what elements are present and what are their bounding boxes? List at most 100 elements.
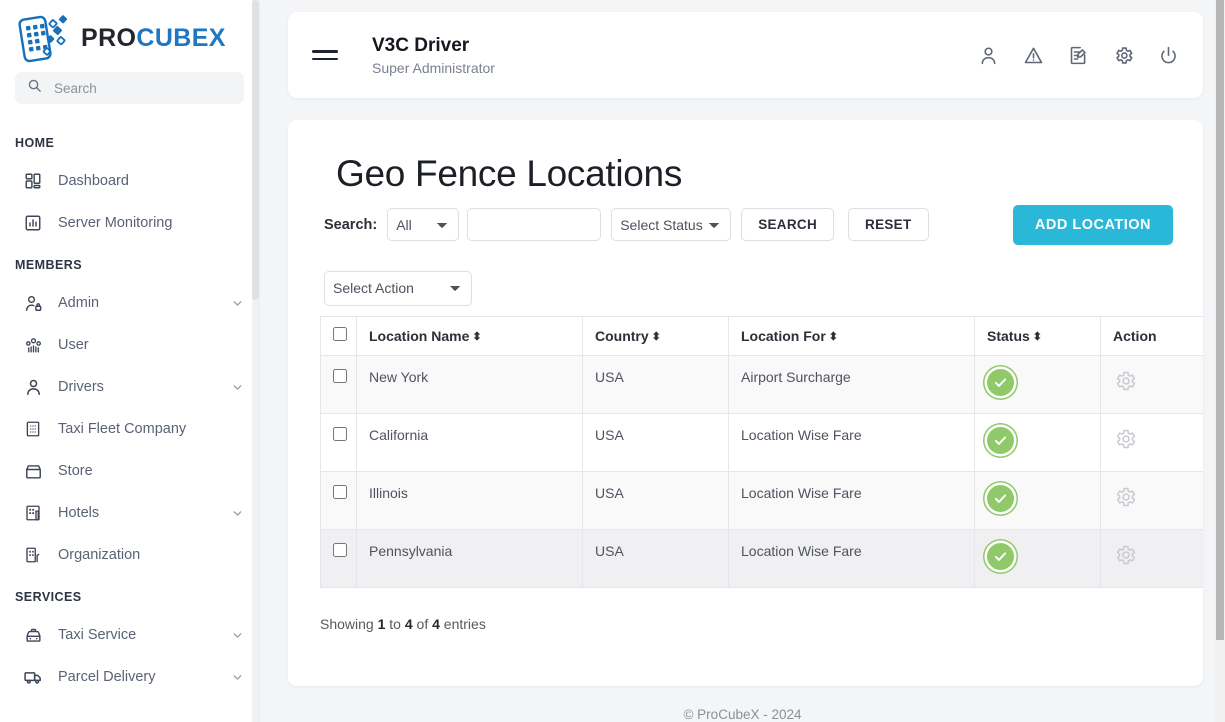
store-icon bbox=[22, 460, 44, 482]
gear-icon[interactable] bbox=[1113, 369, 1137, 393]
table-row[interactable]: California USA Location Wise Fare bbox=[320, 412, 1203, 472]
cell-country: USA bbox=[582, 528, 729, 588]
gear-icon[interactable] bbox=[1113, 543, 1137, 567]
add-location-button[interactable]: ADD LOCATION bbox=[1012, 204, 1173, 245]
brand[interactable]: PROCUBEX bbox=[0, 0, 259, 72]
chevron-down-icon[interactable] bbox=[231, 671, 244, 684]
search-keyword-input[interactable] bbox=[467, 208, 602, 242]
building-grid-icon bbox=[22, 418, 44, 440]
footer: © ProCubeX - 2024 bbox=[683, 707, 802, 722]
sidebar-scrollbar-thumb[interactable] bbox=[252, 0, 259, 300]
status-active-icon[interactable] bbox=[987, 368, 1014, 396]
header-country[interactable]: Country ⬍ bbox=[582, 315, 729, 356]
header-location-name[interactable]: Location Name ⬍ bbox=[356, 315, 583, 356]
sidebar-item-label: Store bbox=[58, 463, 93, 479]
status-active-icon[interactable] bbox=[987, 426, 1014, 454]
topbar-actions bbox=[978, 45, 1179, 66]
sort-icon[interactable]: ⬍ bbox=[829, 331, 838, 343]
header-location-for[interactable]: Location For ⬍ bbox=[728, 315, 975, 356]
sidebar-item-user[interactable]: User bbox=[0, 324, 259, 366]
search-input[interactable] bbox=[52, 79, 232, 97]
header-label: Location For bbox=[741, 327, 826, 344]
select-all-checkbox[interactable] bbox=[333, 327, 347, 342]
gear-icon[interactable] bbox=[1113, 427, 1137, 451]
cell-location-name: Illinois bbox=[356, 470, 583, 530]
sidebar-item-label: Taxi Service bbox=[58, 627, 137, 643]
topbar: V3C Driver Super Administrator bbox=[288, 12, 1203, 98]
row-checkbox[interactable] bbox=[333, 484, 347, 499]
header-status[interactable]: Status ⬍ bbox=[974, 315, 1101, 356]
edit-document-icon[interactable] bbox=[1068, 45, 1089, 66]
sidebar-item-label: Dashboard bbox=[58, 173, 129, 189]
sort-icon[interactable]: ⬍ bbox=[1033, 331, 1042, 343]
showing-suffix: entries bbox=[439, 615, 486, 632]
cell-status bbox=[974, 412, 1101, 472]
table-header-row: Location Name ⬍ Country ⬍ Location For ⬍ St… bbox=[320, 315, 1203, 356]
users-group-icon bbox=[22, 334, 44, 356]
chevron-down-icon[interactable] bbox=[231, 629, 244, 642]
cell-location-for: Location Wise Fare bbox=[728, 470, 975, 530]
sidebar-item-dashboard[interactable]: Dashboard bbox=[0, 160, 259, 202]
status-active-icon[interactable] bbox=[987, 542, 1014, 570]
table-row[interactable]: Pennsylvania USA Location Wise Fare bbox=[320, 528, 1203, 588]
chevron-down-icon[interactable] bbox=[231, 381, 244, 394]
sidebar-section-home: HOME bbox=[15, 136, 55, 150]
app-root: PROCUBEX HOME bbox=[0, 0, 1225, 722]
sidebar-item-parcel-delivery[interactable]: Parcel Delivery bbox=[0, 656, 259, 698]
sort-icon[interactable]: ⬍ bbox=[652, 331, 661, 343]
page-scrollbar[interactable] bbox=[1215, 0, 1225, 722]
sidebar-item-label: Parcel Delivery bbox=[58, 669, 156, 685]
cell-action bbox=[1100, 412, 1203, 472]
sidebar-search bbox=[0, 72, 259, 104]
cell-status bbox=[974, 528, 1101, 588]
sidebar-item-hotels[interactable]: Hotels bbox=[0, 492, 259, 534]
table-row[interactable]: New York USA Airport Surcharge bbox=[320, 354, 1203, 414]
search-scope-select[interactable]: All bbox=[387, 208, 460, 242]
gear-icon[interactable] bbox=[1113, 45, 1134, 66]
sidebar-item-drivers[interactable]: Drivers bbox=[0, 366, 259, 408]
reset-button[interactable]: RESET bbox=[848, 208, 929, 242]
brand-name: PROCUBEX bbox=[81, 25, 226, 51]
chevron-down-icon[interactable] bbox=[231, 507, 244, 520]
sort-icon[interactable]: ⬍ bbox=[472, 331, 481, 343]
header-action: Action bbox=[1100, 315, 1203, 356]
sidebar-item-admin[interactable]: Admin bbox=[0, 282, 259, 324]
sidebar-section-members: MEMBERS bbox=[15, 258, 83, 272]
sidebar-item-organization[interactable]: Organization bbox=[0, 534, 259, 576]
profile-icon[interactable] bbox=[978, 45, 999, 66]
showing-prefix: Showing bbox=[320, 615, 378, 632]
search-button[interactable]: SEARCH bbox=[741, 208, 835, 242]
sidebar-item-label: Drivers bbox=[58, 379, 104, 395]
table-row[interactable]: Illinois USA Location Wise Fare bbox=[320, 470, 1203, 530]
topbar-title: V3C Driver bbox=[372, 34, 470, 56]
sidebar: PROCUBEX HOME bbox=[0, 0, 260, 722]
status-filter-select[interactable]: Select Status bbox=[611, 208, 732, 242]
hamburger-menu-icon[interactable] bbox=[312, 44, 338, 66]
cell-country: USA bbox=[582, 354, 729, 414]
search-box[interactable] bbox=[15, 72, 244, 104]
cell-location-for: Location Wise Fare bbox=[728, 528, 975, 588]
content-card: Geo Fence Locations Search: All Select S… bbox=[288, 120, 1203, 686]
row-checkbox[interactable] bbox=[333, 368, 347, 383]
row-checkbox[interactable] bbox=[333, 542, 347, 557]
sidebar-item-label: Taxi Fleet Company bbox=[58, 421, 187, 437]
bulk-action-row: Select Action bbox=[324, 270, 1173, 306]
alert-triangle-icon[interactable] bbox=[1023, 45, 1044, 66]
bulk-action-select[interactable]: Select Action bbox=[324, 270, 472, 306]
sidebar-scrollbar[interactable] bbox=[252, 0, 259, 722]
sidebar-item-label: Admin bbox=[58, 295, 100, 311]
gear-icon[interactable] bbox=[1113, 485, 1137, 509]
header-select-all bbox=[320, 315, 357, 356]
sidebar-item-server-monitoring[interactable]: Server Monitoring bbox=[0, 202, 259, 244]
page-scrollbar-thumb[interactable] bbox=[1216, 0, 1224, 640]
status-active-icon[interactable] bbox=[987, 484, 1014, 512]
power-icon[interactable] bbox=[1158, 45, 1179, 66]
sidebar-item-store[interactable]: Store bbox=[0, 450, 259, 492]
sidebar-item-taxi-fleet-company[interactable]: Taxi Fleet Company bbox=[0, 408, 259, 450]
chevron-down-icon[interactable] bbox=[231, 297, 244, 310]
sidebar-item-taxi-service[interactable]: Taxi Service bbox=[0, 614, 259, 656]
row-checkbox[interactable] bbox=[333, 426, 347, 441]
cell-location-name: Pennsylvania bbox=[356, 528, 583, 588]
header-label: Status bbox=[987, 327, 1030, 344]
cell-status bbox=[974, 470, 1101, 530]
